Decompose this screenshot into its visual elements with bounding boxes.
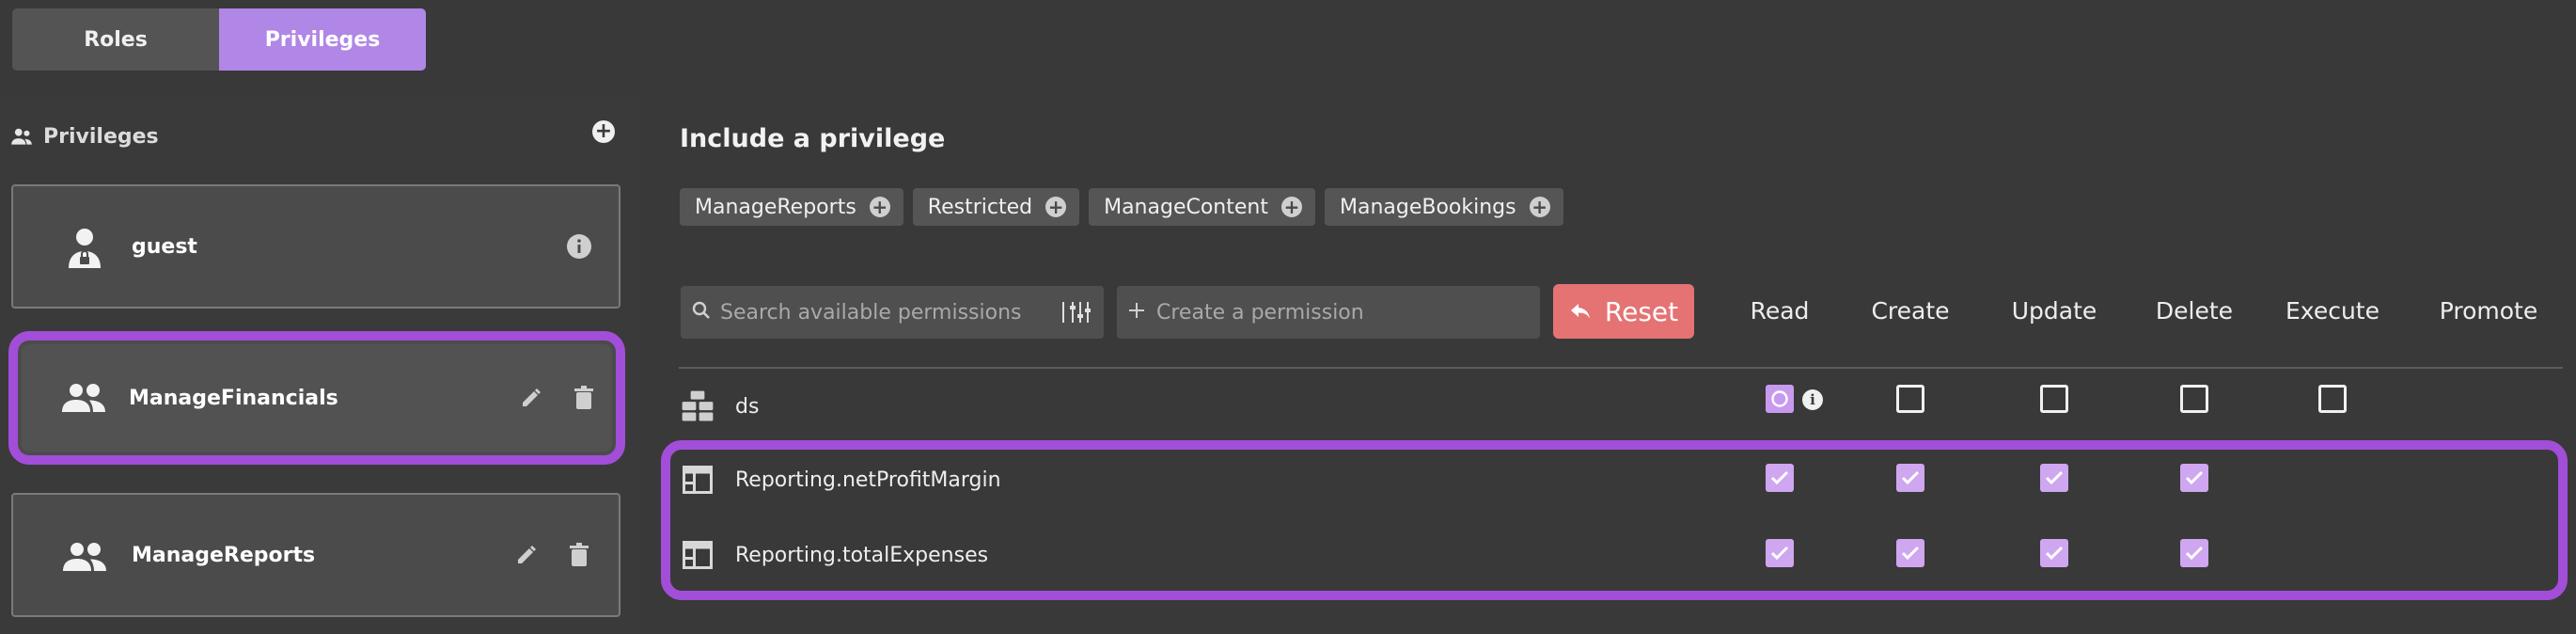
execute-checkbox-ds[interactable]: [2318, 385, 2347, 413]
column-header-create: Create: [1871, 297, 1950, 325]
reset-label: Reset: [1604, 295, 1679, 327]
info-icon[interactable]: i: [1802, 389, 1823, 410]
info-icon[interactable]: [566, 233, 592, 260]
page-title: Include a privilege: [680, 124, 946, 153]
privilege-card-managereports[interactable]: ManageReports: [11, 493, 620, 617]
plus-icon: [1128, 302, 1145, 323]
edit-icon[interactable]: [518, 385, 544, 411]
chip-managebookings[interactable]: ManageBookings +: [1324, 188, 1563, 226]
column-header-read: Read: [1750, 297, 1810, 325]
add-icon: +: [1045, 197, 1067, 217]
create-checkbox-totalexpenses[interactable]: [1896, 539, 1924, 567]
delete-icon[interactable]: [566, 542, 592, 568]
tab-privileges[interactable]: Privileges: [219, 8, 426, 71]
chip-managereports[interactable]: ManageReports +: [680, 188, 903, 226]
row-label: Reporting.netProfitMargin: [735, 468, 1001, 492]
table-row: ds: [681, 380, 2561, 433]
column-header-promote: Promote: [2439, 297, 2538, 325]
privilege-name: ManageFinancials: [129, 386, 338, 410]
privilege-card-managefinancials[interactable]: ManageFinancials: [8, 331, 625, 465]
row-label: ds: [735, 394, 760, 419]
column-header-delete: Delete: [2155, 297, 2234, 325]
users-group-icon: [50, 373, 118, 422]
chip-restricted[interactable]: Restricted +: [912, 188, 1080, 226]
create-permission-input[interactable]: [1156, 300, 1529, 325]
add-icon: +: [1280, 197, 1302, 217]
create-checkbox-ds[interactable]: [1896, 385, 1924, 413]
read-checkbox-totalexpenses[interactable]: [1766, 539, 1794, 567]
reply-arrow-icon: [1569, 296, 1592, 327]
table-icon: [681, 538, 715, 572]
update-checkbox-totalexpenses[interactable]: [2040, 539, 2068, 567]
read-checkbox-netprofitmargin[interactable]: [1766, 464, 1794, 492]
view-tabs: Roles Privileges: [12, 8, 426, 71]
add-icon: +: [869, 197, 890, 217]
table-icon: [681, 463, 715, 497]
privilege-card-guest[interactable]: guest: [11, 184, 620, 309]
tab-roles[interactable]: Roles: [12, 8, 219, 71]
search-input[interactable]: [720, 300, 1053, 325]
reset-button[interactable]: Reset: [1553, 284, 1694, 339]
create-permission-field: [1117, 286, 1540, 339]
header-divider: [679, 367, 2563, 369]
add-icon: +: [1529, 197, 1550, 217]
delete-checkbox-totalexpenses[interactable]: [2180, 539, 2208, 567]
filter-icon[interactable]: [1062, 299, 1092, 325]
delete-checkbox-netprofitmargin[interactable]: [2180, 464, 2208, 492]
privilege-name: ManageReports: [132, 543, 316, 567]
permission-search: [681, 286, 1104, 339]
sidebar-title: Privileges: [43, 124, 159, 149]
create-checkbox-netprofitmargin[interactable]: [1896, 464, 1924, 492]
add-privilege-button[interactable]: +: [592, 120, 615, 143]
privilege-name: guest: [132, 234, 197, 259]
delete-checkbox-ds[interactable]: [2180, 385, 2208, 413]
chip-managecontent[interactable]: ManageContent +: [1089, 188, 1315, 226]
edit-icon[interactable]: [513, 542, 540, 568]
column-header-execute: Execute: [2285, 297, 2380, 325]
update-checkbox-netprofitmargin[interactable]: [2040, 464, 2068, 492]
table-row: Reporting.totalExpenses: [681, 529, 2561, 581]
row-label: Reporting.totalExpenses: [735, 543, 989, 567]
users-group-icon: [51, 532, 118, 581]
privilege-editor: Include a privilege ManageReports + Restr…: [652, 96, 2576, 634]
search-icon: [692, 301, 711, 324]
datasource-icon: [681, 389, 715, 423]
read-checkbox-ds[interactable]: [1766, 385, 1794, 413]
sidebar-header: Privileges: [9, 120, 159, 152]
table-row: Reporting.netProfitMargin: [681, 453, 2561, 506]
column-header-update: Update: [2011, 297, 2097, 325]
guest-user-icon: [51, 224, 118, 273]
privilege-chips: ManageReports + Restricted + ManageContent…: [680, 188, 1563, 226]
delete-icon[interactable]: [571, 385, 597, 411]
users-icon: [9, 124, 34, 149]
update-checkbox-ds[interactable]: [2040, 385, 2068, 413]
